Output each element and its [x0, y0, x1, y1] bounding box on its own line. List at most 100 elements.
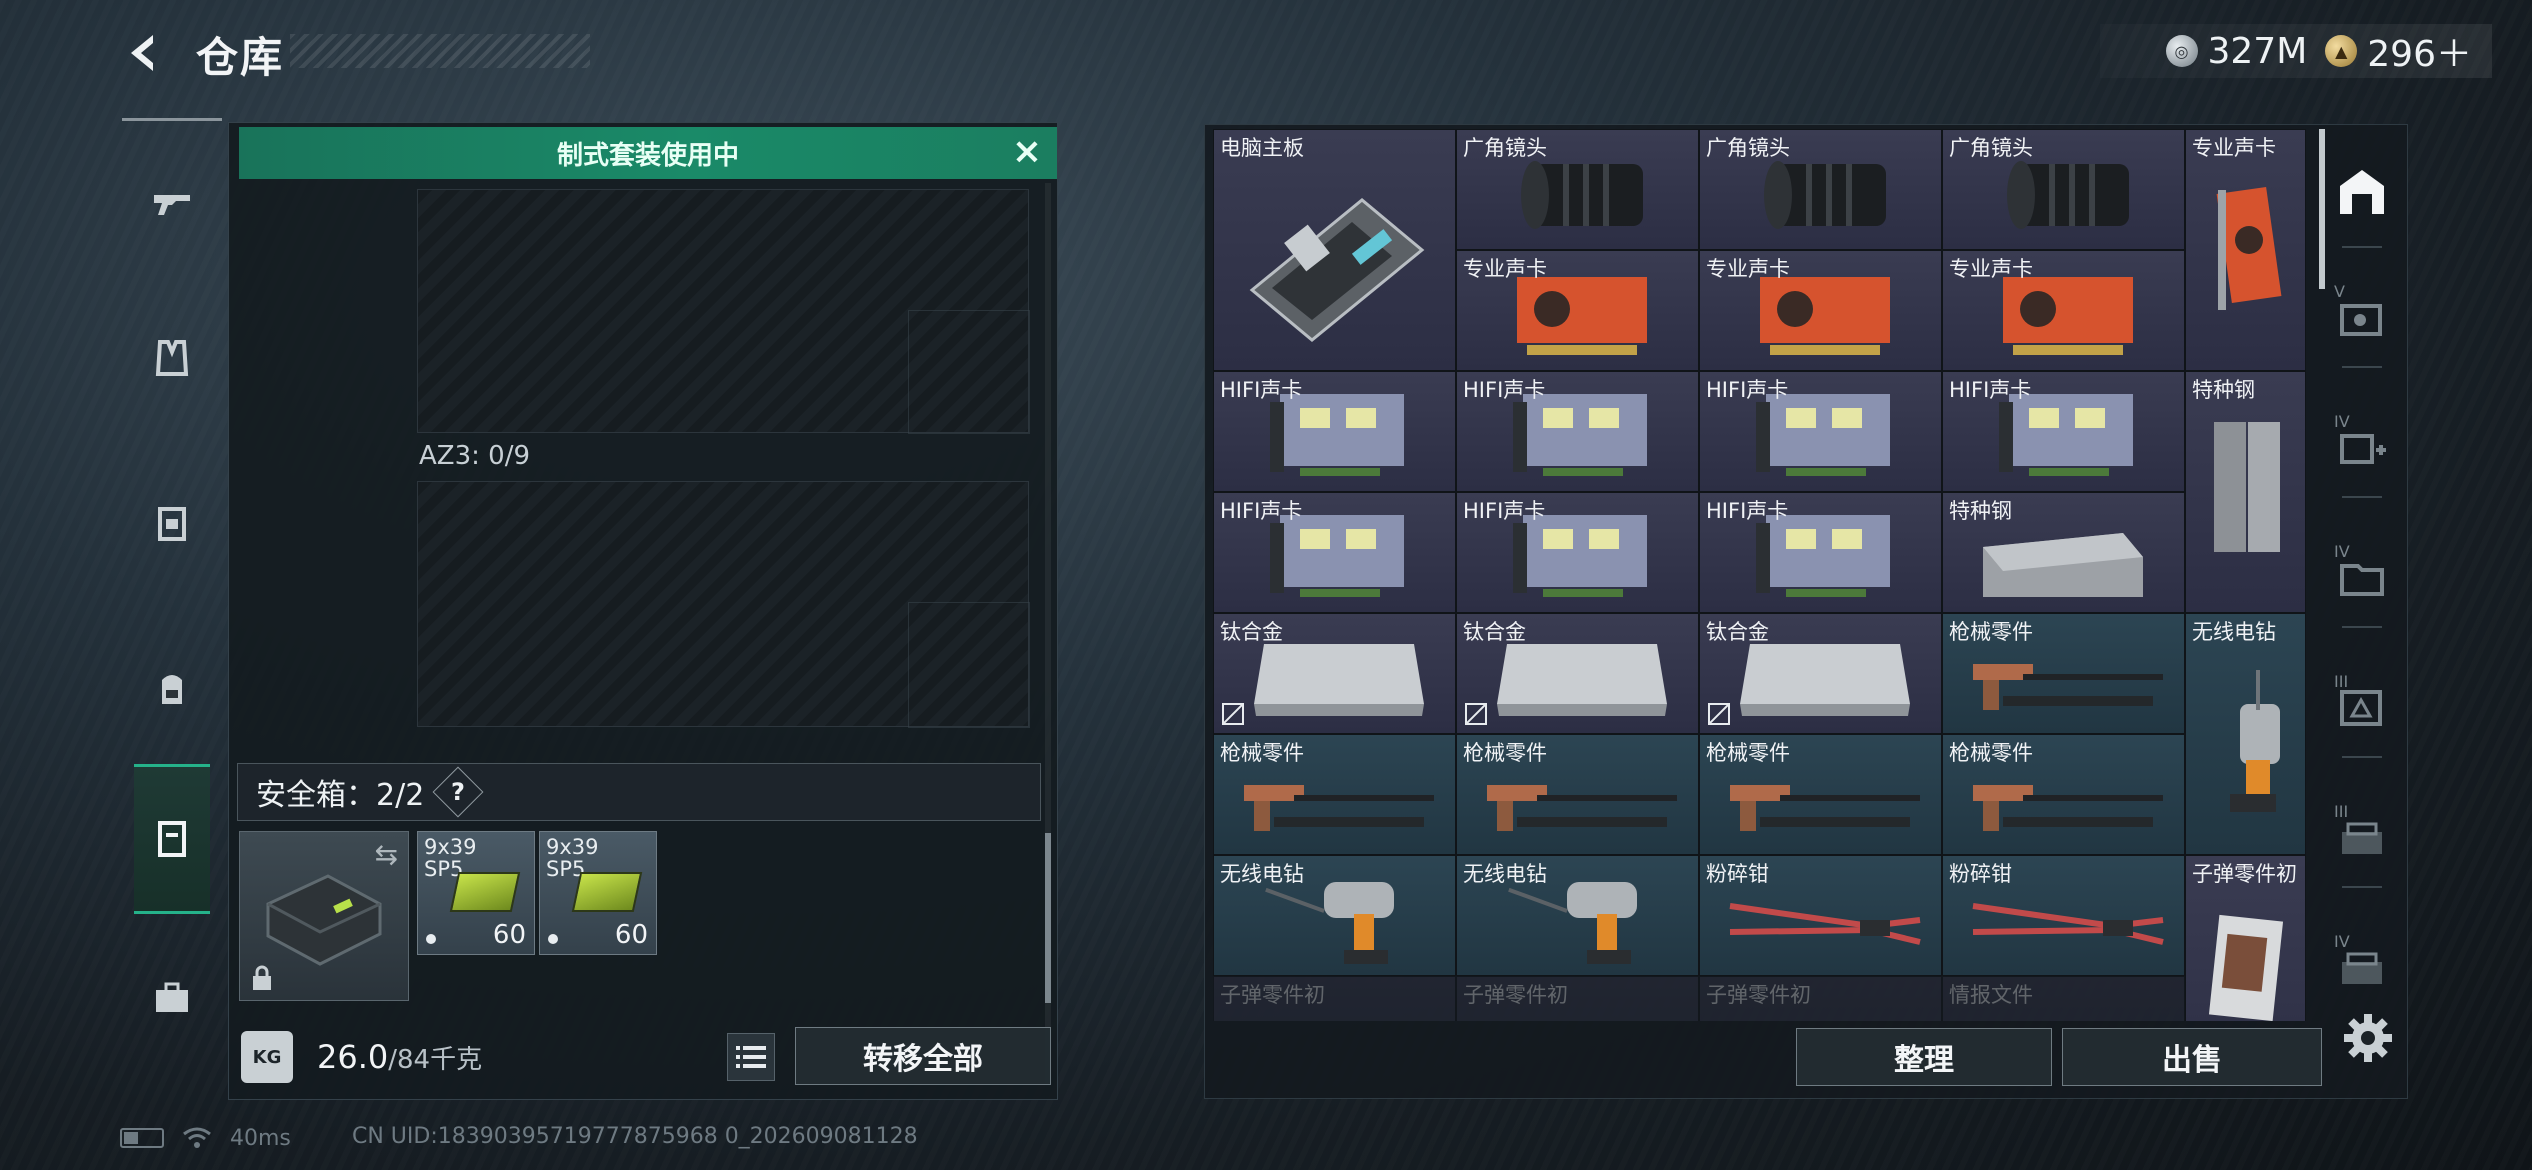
rail-item-gun[interactable] [132, 158, 212, 248]
sort-button[interactable]: 整理 [1796, 1028, 2052, 1086]
stash-item-wide-angle-lens[interactable]: 广角镜头 [1942, 129, 2185, 250]
loadout-panel: 制式套装使用中 × AZ3: 0/9 安全箱：2/2 ? ⇆ 9x39 SP5 … [228, 122, 1058, 1100]
stash-item-hifi-sound-card[interactable]: HIFI声卡 [1699, 371, 1942, 492]
stash-item-motherboard[interactable]: 电脑主板 [1213, 129, 1456, 371]
transfer-all-button[interactable]: 转移全部 [795, 1027, 1051, 1085]
rail-divider [2342, 366, 2382, 368]
rail-tier-v[interactable]: V [2334, 282, 2390, 346]
item-label: HIFI声卡 [1220, 378, 1303, 402]
stash-item-hifi-sound-card[interactable]: HIFI声卡 [1213, 492, 1456, 613]
stash-item-cordless-drill[interactable]: 无线电钻 [1213, 855, 1456, 976]
toolbox-icon [156, 982, 188, 1012]
safebox-slot[interactable]: ⇆ [239, 831, 409, 1001]
rail-item-toolbox[interactable] [132, 953, 212, 1043]
back-button[interactable] [120, 28, 170, 78]
stash-item-special-steel[interactable]: 特种钢 [1942, 492, 2185, 613]
stash-item-bullet-parts[interactable]: 子弹零件初 [1699, 976, 1942, 1021]
rail-tier-iv-medical[interactable]: IV [2334, 412, 2390, 476]
stash-item-pro-sound-card[interactable]: 专业声卡 [1699, 250, 1942, 371]
stash-item-gun-parts[interactable]: 枪械零件 [1456, 734, 1699, 855]
user-uid: CN UID:18390395719777875968 0_2026090811… [352, 1124, 918, 1149]
item-label: HIFI声卡 [1706, 499, 1789, 523]
rail-tier-iv-folder[interactable]: IV [2334, 542, 2390, 606]
close-icon[interactable]: × [1009, 134, 1045, 171]
stash-item-special-steel[interactable]: 特种钢 [2185, 371, 2306, 613]
stash-item-gun-parts[interactable]: 枪械零件 [1213, 734, 1456, 855]
stash-item-hifi-sound-card[interactable]: HIFI声卡 [1942, 371, 2185, 492]
gun-parts-image [1487, 785, 1677, 831]
sell-button[interactable]: 出售 [2062, 1028, 2322, 1086]
armor-vest-icon [155, 340, 189, 376]
stash-item-gun-parts[interactable]: 枪械零件 [1942, 613, 2185, 734]
battery-icon [120, 1128, 164, 1148]
tier-label: III [2334, 802, 2349, 821]
currency-gold[interactable]: ▲ 296＋ [2325, 25, 2472, 77]
bullet-parts-image [2208, 914, 2284, 1021]
rail-tier-iii-triangle[interactable]: III [2334, 672, 2390, 736]
stash-item-pro-sound-card[interactable]: 专业声卡 [2185, 129, 2306, 371]
ammo-slot-2[interactable]: 9x39 SP5 60 [539, 831, 657, 955]
loadout-banner: 制式套装使用中 × [239, 127, 1057, 179]
list-view-button[interactable] [727, 1033, 775, 1081]
rail-tier-iii-crate[interactable]: III [2334, 802, 2390, 866]
stash-item-hifi-sound-card[interactable]: HIFI声卡 [1213, 371, 1456, 492]
container-grid-top[interactable] [417, 189, 1030, 434]
stash-item-hifi-sound-card[interactable]: HIFI声卡 [1456, 371, 1699, 492]
stash-item-bullet-parts[interactable]: 子弹零件初 [1456, 976, 1699, 1021]
currency-silver[interactable]: ◎ 327M [2165, 31, 2307, 72]
title-decoration [290, 34, 590, 68]
scroll-thumb[interactable] [1045, 833, 1051, 1003]
stash-item-gun-parts[interactable]: 枪械零件 [1942, 734, 2185, 855]
rail-item-backpack[interactable] [132, 643, 212, 733]
item-label: 广角镜头 [1463, 136, 1547, 160]
not-tradable-icon [1465, 703, 1487, 725]
stash-item-bullet-parts[interactable]: 子弹零件初 [2185, 855, 2306, 1021]
item-label: 钛合金 [1463, 620, 1526, 644]
stash-item-gun-parts[interactable]: 枪械零件 [1699, 734, 1942, 855]
stash-item-intel-document[interactable]: 情报文件 [1942, 976, 2185, 1021]
gear-icon [2344, 1014, 2392, 1062]
ammo-count: 60 [492, 920, 526, 950]
swap-icon[interactable]: ⇆ [375, 838, 398, 871]
rail-item-safebox[interactable] [134, 764, 210, 914]
item-label: 子弹零件初 [1463, 983, 1568, 1007]
stash-item-cordless-drill[interactable]: 无线电钻 [2185, 613, 2306, 855]
stash-item-titanium-alloy[interactable]: 钛合金 [1699, 613, 1942, 734]
item-label: 子弹零件初 [1220, 983, 1325, 1007]
currency-bar: ◎ 327M ▲ 296＋ [2100, 24, 2492, 78]
item-label: HIFI声卡 [1463, 378, 1546, 402]
ammo-slot-1[interactable]: 9x39 SP5 60 [417, 831, 535, 955]
backpack-icon [162, 675, 182, 704]
loadout-scrollbar[interactable] [1045, 183, 1051, 1083]
chest-rig-icon [158, 507, 186, 541]
stash-item-crushing-pliers[interactable]: 粉碎钳 [1699, 855, 1942, 976]
settings-button[interactable] [2340, 1010, 2396, 1066]
stash-item-hifi-sound-card[interactable]: HIFI声卡 [1699, 492, 1942, 613]
stash-item-titanium-alloy[interactable]: 钛合金 [1456, 613, 1699, 734]
stash-item-wide-angle-lens[interactable]: 广角镜头 [1456, 129, 1699, 250]
help-button[interactable]: ? [432, 766, 484, 818]
gun-parts-image [1244, 785, 1434, 831]
top-bar: 仓库 ◎ 327M ▲ 296＋ [0, 0, 2532, 110]
stash-item-cordless-drill[interactable]: 无线电钻 [1456, 855, 1699, 976]
stash-item-pro-sound-card[interactable]: 专业声卡 [1942, 250, 2185, 371]
item-label: 专业声卡 [1706, 257, 1790, 281]
rail-divider [2342, 756, 2382, 758]
stash-item-pro-sound-card[interactable]: 专业声卡 [1456, 250, 1699, 371]
pliers-image [1972, 903, 2164, 945]
safebox-label: 安全箱：2/2 [256, 778, 425, 813]
stash-item-titanium-alloy[interactable]: 钛合金 [1213, 613, 1456, 734]
container-grid-az3[interactable] [417, 481, 1030, 728]
stash-item-wide-angle-lens[interactable]: 广角镜头 [1699, 129, 1942, 250]
rail-item-chest-rig[interactable] [132, 478, 212, 568]
stash-item-crushing-pliers[interactable]: 粉碎钳 [1942, 855, 2185, 976]
rail-stash[interactable] [2334, 164, 2390, 220]
grid-cell-outline [908, 602, 1030, 728]
stash-item-hifi-sound-card[interactable]: HIFI声卡 [1456, 492, 1699, 613]
rail-tier-iv-crate[interactable]: IV [2334, 932, 2390, 996]
rail-item-armor[interactable] [132, 313, 212, 403]
tier-label: V [2334, 282, 2345, 301]
item-label: HIFI声卡 [1949, 378, 2032, 402]
stash-item-bullet-parts[interactable]: 子弹零件初 [1213, 976, 1456, 1021]
gold-coin-icon: ▲ [2325, 35, 2358, 67]
